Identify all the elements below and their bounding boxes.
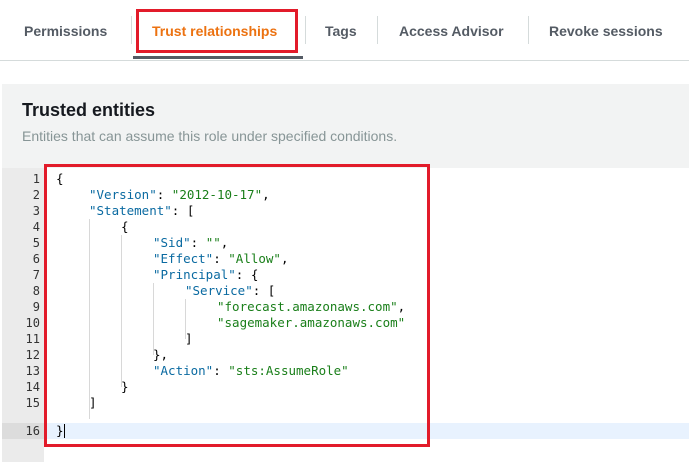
json-punctuation: , — [220, 235, 229, 250]
indent-guide — [121, 235, 122, 387]
json-punctuation: , — [397, 299, 406, 314]
code-line-13: "Action": "sts:AssumeRole" — [153, 363, 349, 379]
json-key: "Action" — [153, 363, 214, 378]
code-line-1: { — [56, 171, 64, 187]
active-tab-indicator — [133, 56, 303, 59]
code-line-16: } — [56, 423, 64, 439]
tab-tags[interactable]: Tags — [325, 14, 357, 48]
json-string: "sagemaker.amazonaws.com" — [217, 315, 406, 330]
line-number: 11 — [25, 332, 40, 346]
tab-divider — [528, 16, 529, 44]
line-number: 6 — [32, 252, 40, 266]
json-punctuation: : — [213, 363, 229, 378]
json-key: "Principal" — [153, 267, 236, 282]
tab-divider — [305, 16, 306, 44]
line-number: 2 — [32, 188, 40, 202]
code-line-11: ] — [185, 331, 193, 347]
json-string: "sts:AssumeRole" — [228, 363, 349, 378]
line-number: 8 — [32, 284, 40, 298]
line-number: 15 — [25, 396, 40, 410]
line-number-current: 16 — [25, 424, 40, 438]
line-number: 12 — [25, 348, 40, 362]
json-punctuation: : [ — [252, 283, 276, 298]
code-line-4: { — [121, 219, 129, 235]
json-key: "Version" — [89, 187, 157, 202]
json-punctuation: } — [121, 379, 129, 394]
indent-guide — [89, 219, 90, 419]
line-number: 14 — [25, 380, 40, 394]
line-number: 4 — [32, 220, 40, 234]
json-punctuation: { — [56, 171, 64, 186]
line-number: 5 — [32, 236, 40, 250]
code-line-15: ] — [89, 395, 97, 411]
code-line-7: "Principal": { — [153, 267, 258, 283]
indent-guide — [153, 283, 154, 355]
json-string: "forecast.amazonaws.com" — [217, 299, 398, 314]
code-line-2: "Version": "2012-10-17", — [89, 187, 270, 203]
tab-permissions[interactable]: Permissions — [24, 14, 107, 48]
line-number: 1 — [32, 172, 40, 186]
line-number: 9 — [32, 300, 40, 314]
tab-divider — [377, 16, 378, 44]
json-punctuation: , — [262, 187, 270, 202]
code-line-5: "Sid": "", — [153, 235, 228, 251]
code-line-9: "forecast.amazonaws.com", — [217, 299, 405, 315]
text-cursor — [64, 424, 65, 438]
tab-trust-relationships[interactable]: Trust relationships — [152, 14, 277, 48]
json-string: "2012-10-17" — [171, 187, 263, 202]
code-line-14: } — [121, 379, 129, 395]
json-punctuation: : [ — [171, 203, 195, 218]
json-key: "Sid" — [153, 235, 191, 250]
json-punctuation: : { — [235, 267, 259, 282]
line-number: 7 — [32, 268, 40, 282]
json-punctuation: ] — [185, 331, 193, 346]
section-title: Trusted entities — [22, 100, 156, 120]
json-punctuation: : — [190, 235, 206, 250]
line-number: 13 — [25, 364, 40, 378]
json-string: "Allow" — [228, 251, 281, 266]
code-line-6: "Effect": "Allow", — [153, 251, 289, 267]
json-punctuation: } — [56, 423, 64, 438]
json-string: "" — [205, 235, 221, 250]
line-number: 3 — [32, 204, 40, 218]
line-number: 10 — [25, 316, 40, 330]
tab-revoke-sessions[interactable]: Revoke sessions — [549, 14, 663, 48]
json-punctuation: , — [280, 251, 289, 266]
json-punctuation: : — [213, 251, 229, 266]
section-subtitle: Entities that can assume this role under… — [22, 128, 398, 144]
json-punctuation: }, — [153, 347, 169, 362]
code-line-12: }, — [153, 347, 168, 363]
json-key: "Effect" — [153, 251, 214, 266]
json-punctuation: ] — [89, 395, 97, 410]
code-line-3: "Statement": [ — [89, 203, 194, 219]
code-line-8: "Service": [ — [185, 283, 275, 299]
json-punctuation: : — [156, 187, 172, 202]
json-punctuation: { — [121, 219, 129, 234]
tab-divider — [131, 16, 132, 44]
json-key: "Statement" — [89, 203, 172, 218]
code-line-10: "sagemaker.amazonaws.com" — [217, 315, 405, 331]
tab-access-advisor[interactable]: Access Advisor — [399, 14, 504, 48]
active-line-highlight — [2, 423, 689, 439]
json-key: "Service" — [185, 283, 253, 298]
